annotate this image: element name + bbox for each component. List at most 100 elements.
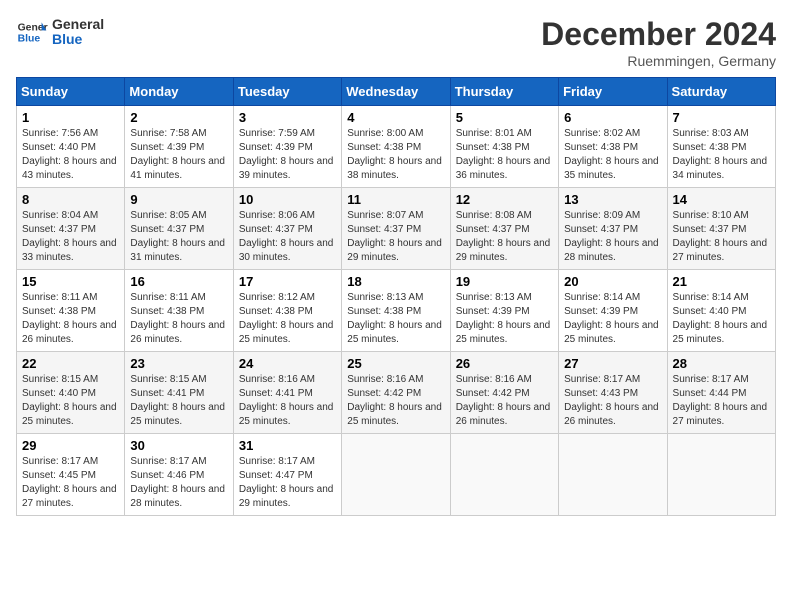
daylight-label: Daylight: 8 hours and 25 minutes. <box>673 320 768 345</box>
daylight-label: Daylight: 8 hours and 29 minutes. <box>456 238 551 263</box>
sunset-label: Sunset: 4:37 PM <box>130 224 204 235</box>
sunrise-label: Sunrise: 8:12 AM <box>239 292 315 303</box>
sunset-label: Sunset: 4:44 PM <box>673 388 747 399</box>
table-row: 13 Sunrise: 8:09 AM Sunset: 4:37 PM Dayl… <box>559 188 667 270</box>
table-row: 29 Sunrise: 8:17 AM Sunset: 4:45 PM Dayl… <box>17 434 125 516</box>
col-wednesday: Wednesday <box>342 78 450 106</box>
logo: General Blue General Blue <box>16 16 104 48</box>
day-info: Sunrise: 7:56 AM Sunset: 4:40 PM Dayligh… <box>22 127 119 183</box>
day-number: 16 <box>130 274 227 289</box>
day-number: 31 <box>239 438 336 453</box>
sunrise-label: Sunrise: 8:17 AM <box>673 374 749 385</box>
daylight-label: Daylight: 8 hours and 25 minutes. <box>239 402 334 427</box>
table-row: 8 Sunrise: 8:04 AM Sunset: 4:37 PM Dayli… <box>17 188 125 270</box>
sunset-label: Sunset: 4:43 PM <box>564 388 638 399</box>
day-info: Sunrise: 8:17 AM Sunset: 4:43 PM Dayligh… <box>564 373 661 429</box>
day-number: 26 <box>456 356 553 371</box>
table-row: 1 Sunrise: 7:56 AM Sunset: 4:40 PM Dayli… <box>17 106 125 188</box>
day-info: Sunrise: 8:06 AM Sunset: 4:37 PM Dayligh… <box>239 209 336 265</box>
sunrise-label: Sunrise: 8:17 AM <box>239 456 315 467</box>
sunrise-label: Sunrise: 8:16 AM <box>239 374 315 385</box>
table-row: 30 Sunrise: 8:17 AM Sunset: 4:46 PM Dayl… <box>125 434 233 516</box>
day-info: Sunrise: 8:16 AM Sunset: 4:42 PM Dayligh… <box>456 373 553 429</box>
table-row: 31 Sunrise: 8:17 AM Sunset: 4:47 PM Dayl… <box>233 434 341 516</box>
sunset-label: Sunset: 4:38 PM <box>130 306 204 317</box>
daylight-label: Daylight: 8 hours and 25 minutes. <box>347 402 442 427</box>
day-number: 1 <box>22 110 119 125</box>
sunrise-label: Sunrise: 8:00 AM <box>347 128 423 139</box>
daylight-label: Daylight: 8 hours and 25 minutes. <box>347 320 442 345</box>
sunset-label: Sunset: 4:38 PM <box>22 306 96 317</box>
col-thursday: Thursday <box>450 78 558 106</box>
table-row: 18 Sunrise: 8:13 AM Sunset: 4:38 PM Dayl… <box>342 270 450 352</box>
table-row: 9 Sunrise: 8:05 AM Sunset: 4:37 PM Dayli… <box>125 188 233 270</box>
sunrise-label: Sunrise: 8:07 AM <box>347 210 423 221</box>
day-info: Sunrise: 8:03 AM Sunset: 4:38 PM Dayligh… <box>673 127 770 183</box>
table-row: 17 Sunrise: 8:12 AM Sunset: 4:38 PM Dayl… <box>233 270 341 352</box>
svg-text:Blue: Blue <box>18 34 41 45</box>
sunrise-label: Sunrise: 7:59 AM <box>239 128 315 139</box>
table-row: 21 Sunrise: 8:14 AM Sunset: 4:40 PM Dayl… <box>667 270 775 352</box>
sunrise-label: Sunrise: 8:01 AM <box>456 128 532 139</box>
sunset-label: Sunset: 4:41 PM <box>239 388 313 399</box>
calendar-week-row: 1 Sunrise: 7:56 AM Sunset: 4:40 PM Dayli… <box>17 106 776 188</box>
daylight-label: Daylight: 8 hours and 34 minutes. <box>673 156 768 181</box>
sunrise-label: Sunrise: 8:13 AM <box>347 292 423 303</box>
col-sunday: Sunday <box>17 78 125 106</box>
calendar-week-row: 8 Sunrise: 8:04 AM Sunset: 4:37 PM Dayli… <box>17 188 776 270</box>
day-info: Sunrise: 8:02 AM Sunset: 4:38 PM Dayligh… <box>564 127 661 183</box>
table-row: 27 Sunrise: 8:17 AM Sunset: 4:43 PM Dayl… <box>559 352 667 434</box>
day-number: 7 <box>673 110 770 125</box>
table-row: 28 Sunrise: 8:17 AM Sunset: 4:44 PM Dayl… <box>667 352 775 434</box>
daylight-label: Daylight: 8 hours and 35 minutes. <box>564 156 659 181</box>
table-row <box>450 434 558 516</box>
day-number: 3 <box>239 110 336 125</box>
table-row: 20 Sunrise: 8:14 AM Sunset: 4:39 PM Dayl… <box>559 270 667 352</box>
sunrise-label: Sunrise: 8:13 AM <box>456 292 532 303</box>
sunrise-label: Sunrise: 8:08 AM <box>456 210 532 221</box>
sunset-label: Sunset: 4:38 PM <box>564 142 638 153</box>
location-text: Ruemmingen, Germany <box>541 53 776 69</box>
day-number: 13 <box>564 192 661 207</box>
sunrise-label: Sunrise: 8:17 AM <box>22 456 98 467</box>
day-number: 2 <box>130 110 227 125</box>
day-info: Sunrise: 8:10 AM Sunset: 4:37 PM Dayligh… <box>673 209 770 265</box>
day-info: Sunrise: 8:14 AM Sunset: 4:40 PM Dayligh… <box>673 291 770 347</box>
day-info: Sunrise: 8:13 AM Sunset: 4:39 PM Dayligh… <box>456 291 553 347</box>
daylight-label: Daylight: 8 hours and 31 minutes. <box>130 238 225 263</box>
daylight-label: Daylight: 8 hours and 26 minutes. <box>456 402 551 427</box>
table-row: 10 Sunrise: 8:06 AM Sunset: 4:37 PM Dayl… <box>233 188 341 270</box>
sunset-label: Sunset: 4:39 PM <box>130 142 204 153</box>
table-row: 6 Sunrise: 8:02 AM Sunset: 4:38 PM Dayli… <box>559 106 667 188</box>
daylight-label: Daylight: 8 hours and 33 minutes. <box>22 238 117 263</box>
table-row: 12 Sunrise: 8:08 AM Sunset: 4:37 PM Dayl… <box>450 188 558 270</box>
day-number: 19 <box>456 274 553 289</box>
calendar-table: Sunday Monday Tuesday Wednesday Thursday… <box>16 77 776 516</box>
table-row: 19 Sunrise: 8:13 AM Sunset: 4:39 PM Dayl… <box>450 270 558 352</box>
sunset-label: Sunset: 4:37 PM <box>564 224 638 235</box>
day-info: Sunrise: 8:16 AM Sunset: 4:42 PM Dayligh… <box>347 373 444 429</box>
daylight-label: Daylight: 8 hours and 25 minutes. <box>564 320 659 345</box>
sunrise-label: Sunrise: 8:11 AM <box>130 292 205 303</box>
day-number: 27 <box>564 356 661 371</box>
table-row: 26 Sunrise: 8:16 AM Sunset: 4:42 PM Dayl… <box>450 352 558 434</box>
sunset-label: Sunset: 4:37 PM <box>456 224 530 235</box>
sunrise-label: Sunrise: 8:06 AM <box>239 210 315 221</box>
calendar-header-row: Sunday Monday Tuesday Wednesday Thursday… <box>17 78 776 106</box>
day-number: 22 <box>22 356 119 371</box>
day-number: 18 <box>347 274 444 289</box>
table-row: 25 Sunrise: 8:16 AM Sunset: 4:42 PM Dayl… <box>342 352 450 434</box>
sunrise-label: Sunrise: 8:11 AM <box>22 292 97 303</box>
day-number: 30 <box>130 438 227 453</box>
day-info: Sunrise: 8:09 AM Sunset: 4:37 PM Dayligh… <box>564 209 661 265</box>
logo-icon: General Blue <box>16 16 48 48</box>
sunrise-label: Sunrise: 7:58 AM <box>130 128 206 139</box>
sunrise-label: Sunrise: 8:05 AM <box>130 210 206 221</box>
table-row <box>667 434 775 516</box>
daylight-label: Daylight: 8 hours and 25 minutes. <box>22 402 117 427</box>
sunrise-label: Sunrise: 8:17 AM <box>564 374 640 385</box>
day-number: 17 <box>239 274 336 289</box>
day-info: Sunrise: 8:16 AM Sunset: 4:41 PM Dayligh… <box>239 373 336 429</box>
sunset-label: Sunset: 4:38 PM <box>673 142 747 153</box>
table-row: 2 Sunrise: 7:58 AM Sunset: 4:39 PM Dayli… <box>125 106 233 188</box>
